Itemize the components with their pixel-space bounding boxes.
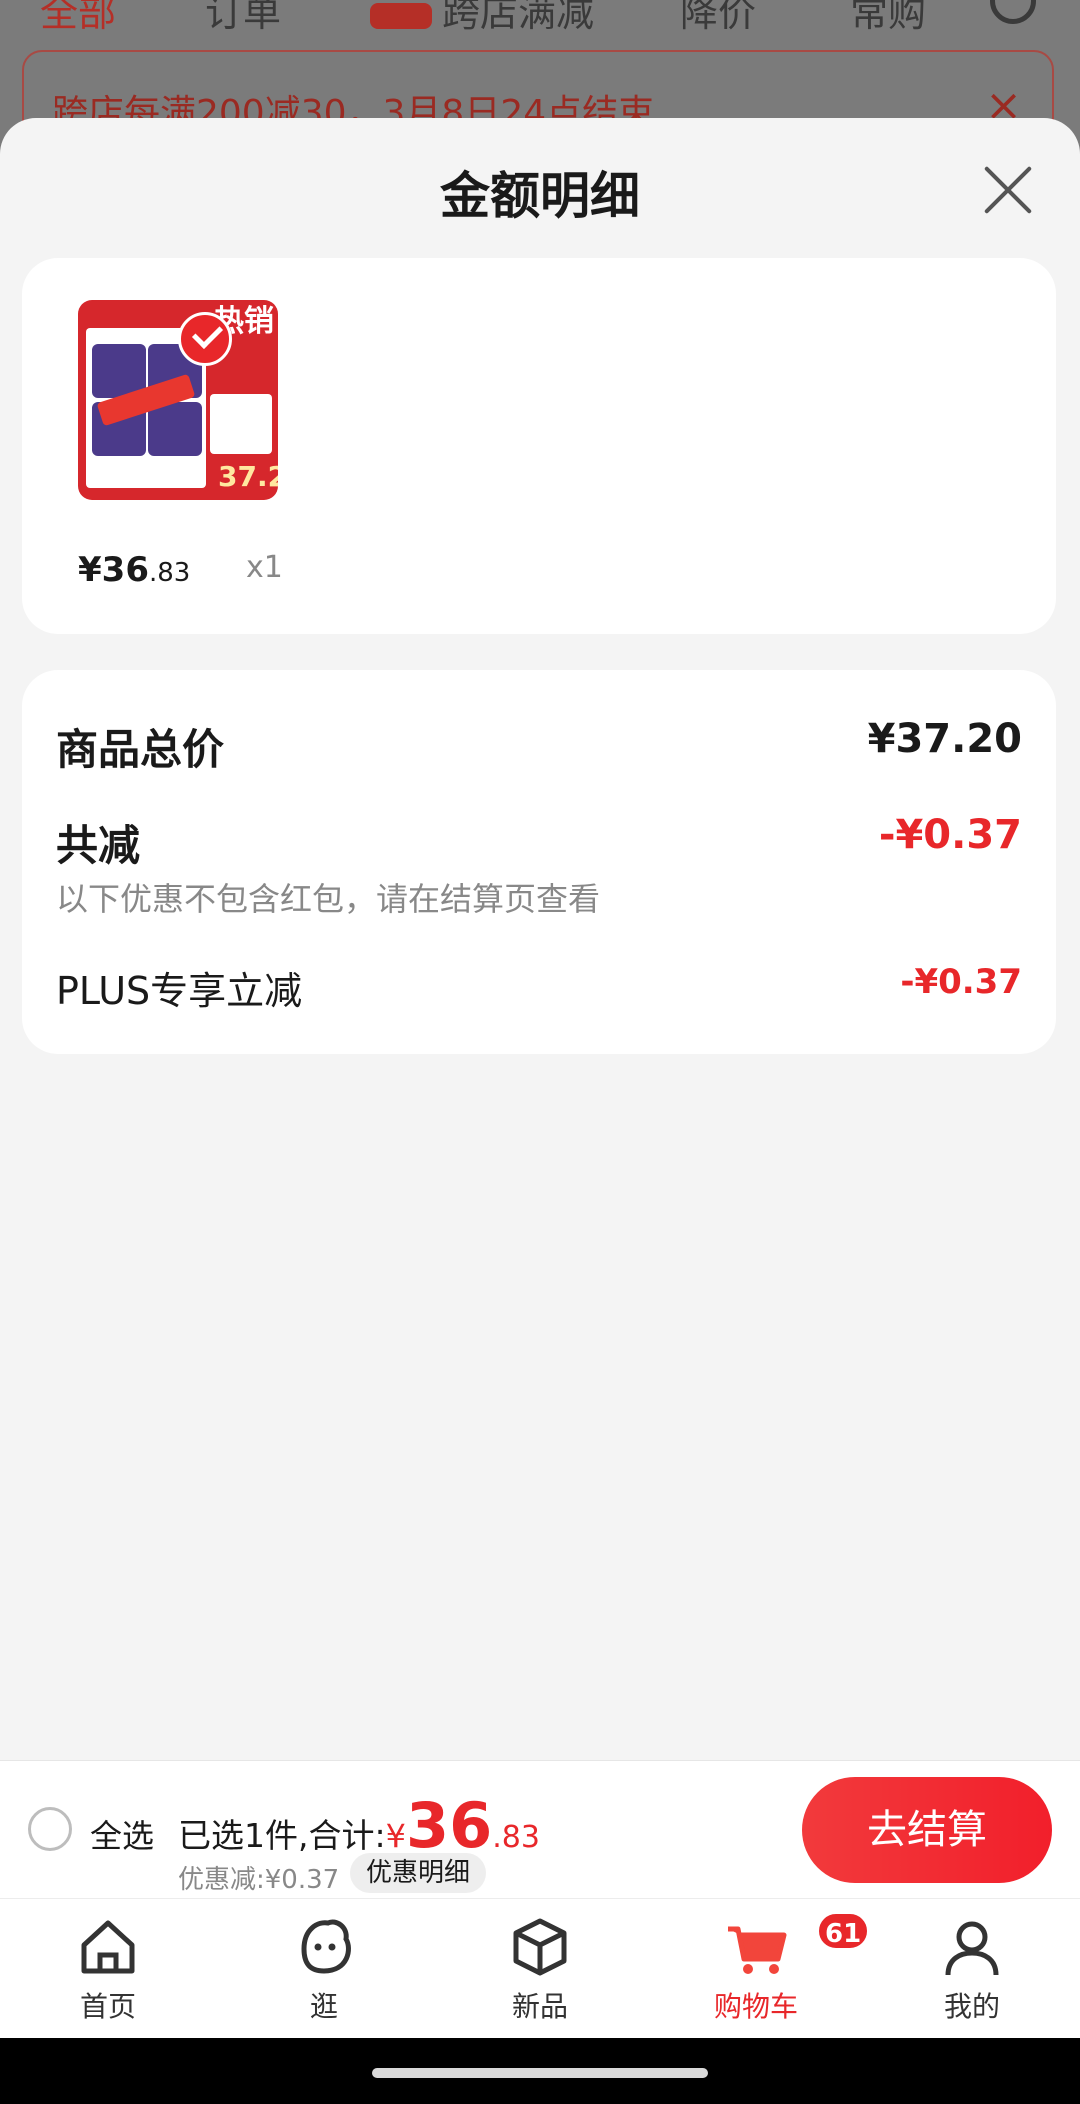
total-reduce-value: -¥0.37 xyxy=(878,812,1022,858)
plus-discount-value: -¥0.37 xyxy=(900,962,1022,1002)
browse-face-icon xyxy=(292,1915,356,1979)
price-detail-card: 商品总价 ¥37.20 共减 -¥0.37 以下优惠不包含红包，请在结算页查看 … xyxy=(22,670,1056,1054)
promo-badge-icon xyxy=(370,2,432,29)
total-main: 36 xyxy=(405,1789,493,1862)
checkout-bar: 全选 已选1件,合计:¥36.83 优惠减:¥0.37 优惠明细 去结算 xyxy=(0,1760,1080,1899)
total-price-value: ¥37.20 xyxy=(867,716,1022,762)
bottom-tab-bar: 首页 逛 新品 61 购物车 我的 xyxy=(0,1898,1080,2039)
close-icon[interactable] xyxy=(980,162,1036,218)
tab-price-drop: 降价 xyxy=(680,0,757,35)
cart-count-badge: 61 xyxy=(816,1911,871,1951)
home-icon xyxy=(76,1915,140,1979)
selected-count-text: 已选1件,合计: xyxy=(178,1816,386,1855)
reduce-note: 以下优惠不包含红包，请在结算页查看 xyxy=(56,880,601,918)
tab-cross-store: 跨店满减 xyxy=(370,0,594,37)
tab-cart[interactable]: 61 购物车 xyxy=(681,1911,871,2025)
discount-text: 优惠减:¥0.37 xyxy=(178,1865,340,1895)
product-thumbnail[interactable]: 热销 37.2 xyxy=(78,300,278,500)
product-card: 热销 37.2 ¥36.83 x1 xyxy=(22,258,1056,634)
tab-home-label: 首页 xyxy=(79,1990,136,2023)
cart-icon: 61 xyxy=(724,1911,871,1979)
tab-orders: 订单 xyxy=(205,0,282,35)
total-decimal: .83 xyxy=(492,1820,540,1855)
tab-me-label: 我的 xyxy=(943,1990,1000,2023)
tab-browse-label: 逛 xyxy=(309,1990,338,2023)
thumb-pack xyxy=(148,402,202,456)
product-quantity: x1 xyxy=(246,550,283,585)
tab-browse[interactable]: 逛 xyxy=(249,1915,399,2025)
thumb-side-panel xyxy=(210,394,272,454)
product-price: ¥36.83 xyxy=(78,550,191,590)
tab-all: 全部 xyxy=(40,0,117,35)
tab-frequent: 常购 xyxy=(850,0,927,35)
search-icon xyxy=(990,0,1036,24)
total-reduce-label: 共减 xyxy=(56,821,141,870)
total-price-label: 商品总价 xyxy=(56,725,225,774)
plus-discount-label: PLUS专享立减 xyxy=(56,969,303,1013)
tab-new-label: 新品 xyxy=(511,1990,568,2023)
checkout-button[interactable]: 去结算 xyxy=(802,1777,1052,1883)
home-indicator[interactable] xyxy=(372,2068,708,2078)
discount-detail-button[interactable]: 优惠明细 xyxy=(350,1853,487,1893)
amount-detail-sheet: 金额明细 热销 37.2 ¥36.83 x1 商品总价 ¥37.20 共减 -¥… xyxy=(0,118,1080,2038)
sheet-title: 金额明细 xyxy=(440,167,640,225)
currency-symbol: ¥ xyxy=(385,1817,406,1855)
select-all-radio[interactable] xyxy=(28,1807,72,1851)
tab-new[interactable]: 新品 xyxy=(465,1915,615,2025)
tab-cart-label: 购物车 xyxy=(713,1990,798,2023)
system-home-indicator-area xyxy=(0,2038,1080,2104)
box-icon xyxy=(508,1915,572,1979)
checkout-summary: 已选1件,合计:¥36.83 xyxy=(178,1789,540,1862)
user-icon xyxy=(940,1915,1004,1979)
selected-check-icon[interactable] xyxy=(178,312,232,366)
background-tab-strip: 全部 订单 跨店满减 降价 常购 xyxy=(0,0,1080,44)
tab-me[interactable]: 我的 xyxy=(897,1915,1047,2025)
thumb-price: 37.2 xyxy=(218,460,278,493)
select-all-label[interactable]: 全选 xyxy=(90,1811,154,1857)
tab-home[interactable]: 首页 xyxy=(33,1915,183,2025)
